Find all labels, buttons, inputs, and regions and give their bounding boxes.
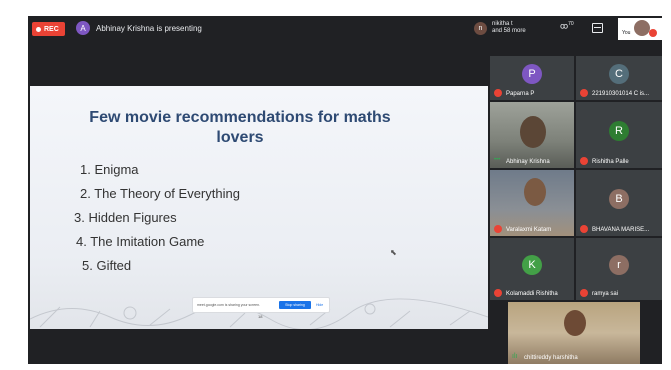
participant-video-tile[interactable]: ••• Abhinay Krishna (490, 102, 574, 168)
participant-name: Paparna P (506, 91, 535, 97)
participant-video (524, 178, 546, 206)
mic-off-icon (580, 225, 588, 233)
participant-avatar: K (522, 255, 542, 275)
people-button[interactable]: ꝏ70 (560, 21, 574, 31)
participant-tile[interactable]: C 221910301014 C is... (576, 56, 662, 100)
people-icon: ꝏ (560, 21, 569, 31)
people-count: 70 (568, 21, 574, 27)
screen-share-bar: meet.google.com is sharing your screen. … (192, 297, 330, 313)
recording-badge: REC (32, 22, 65, 36)
stop-sharing-button[interactable]: Stop sharing (279, 301, 311, 309)
mouse-cursor-icon: ⬉ (390, 248, 397, 257)
recording-label: REC (44, 25, 59, 33)
mic-off-icon (580, 289, 588, 297)
participant-avatar: r (609, 255, 629, 275)
presentation-slide: Few movie recommendations for maths love… (30, 86, 488, 329)
participants-line2: and 58 more (492, 28, 526, 34)
list-item: 3. Hidden Figures (74, 210, 177, 225)
participant-video (564, 310, 586, 336)
list-item: 4. The Imitation Game (76, 234, 205, 249)
participant-avatar: C (609, 64, 629, 84)
meet-window: REC A Abhinay Krishna is presenting n ni… (28, 16, 662, 364)
participant-name: chittireddy harshitha (524, 355, 578, 361)
self-view[interactable]: You (618, 18, 662, 40)
self-avatar (634, 20, 650, 36)
list-item: 5. Gifted (82, 258, 132, 273)
hide-share-bar-button[interactable]: Hide (316, 303, 323, 307)
participant-tile[interactable]: P Paparna P (490, 56, 574, 100)
participants-line1: nikitha t (492, 21, 513, 27)
participant-name: Abhinay Krishna (506, 159, 550, 165)
share-bar-text: meet.google.com is sharing your screen. (197, 303, 261, 307)
participant-avatar: P (522, 64, 542, 84)
record-dot-icon (36, 26, 41, 32)
presenter-text: Abhinay Krishna is presenting (96, 23, 202, 33)
participant-name: Kolamaddi Rishitha (506, 291, 558, 297)
participant-name: 221910301014 C is... (592, 91, 650, 97)
list-item: 1. Enigma (80, 162, 139, 177)
top-right-controls: n nikitha t and 58 more ꝏ70 You (474, 18, 662, 40)
participant-name: BHAVANA MARISE... (592, 227, 650, 233)
audio-wave-icon: ılı (512, 353, 518, 360)
self-label: You (622, 30, 631, 36)
participant-avatar: n (474, 22, 487, 35)
mic-off-icon (494, 225, 502, 233)
mic-off-icon (494, 89, 502, 97)
participant-tile[interactable]: r ramya sai (576, 238, 662, 300)
participant-tile[interactable]: K Kolamaddi Rishitha (490, 238, 574, 300)
speaking-dots-icon: ••• (494, 157, 501, 163)
list-item: 2. The Theory of Everything (80, 186, 240, 201)
participant-name: ramya sai (592, 291, 619, 297)
mic-off-icon (580, 89, 588, 97)
participant-avatar: R (609, 121, 629, 141)
presenter-banner: A Abhinay Krishna is presenting (76, 21, 202, 35)
participant-tile[interactable]: R Rishitha Palle (576, 102, 662, 168)
participant-video (520, 116, 546, 148)
participant-tile[interactable]: B BHAVANA MARISE... (576, 170, 662, 236)
participant-avatar: B (609, 189, 629, 209)
slide-title: Few movie recommendations for maths love… (89, 109, 391, 146)
slide-page-number: 18 (258, 314, 263, 319)
mic-off-icon (494, 289, 502, 297)
participant-video-tile[interactable]: ılı chittireddy harshitha (508, 302, 640, 364)
participant-video-tile[interactable]: Varalaxmi Katam (490, 170, 574, 236)
participants-summary[interactable]: nikitha t and 58 more (492, 21, 526, 35)
chat-icon[interactable] (592, 23, 603, 33)
mic-off-icon (649, 29, 657, 37)
mic-off-icon (580, 157, 588, 165)
participant-name: Rishitha Palle (592, 159, 629, 165)
participant-name: Varalaxmi Katam (506, 227, 552, 233)
presenter-avatar: A (76, 21, 90, 35)
